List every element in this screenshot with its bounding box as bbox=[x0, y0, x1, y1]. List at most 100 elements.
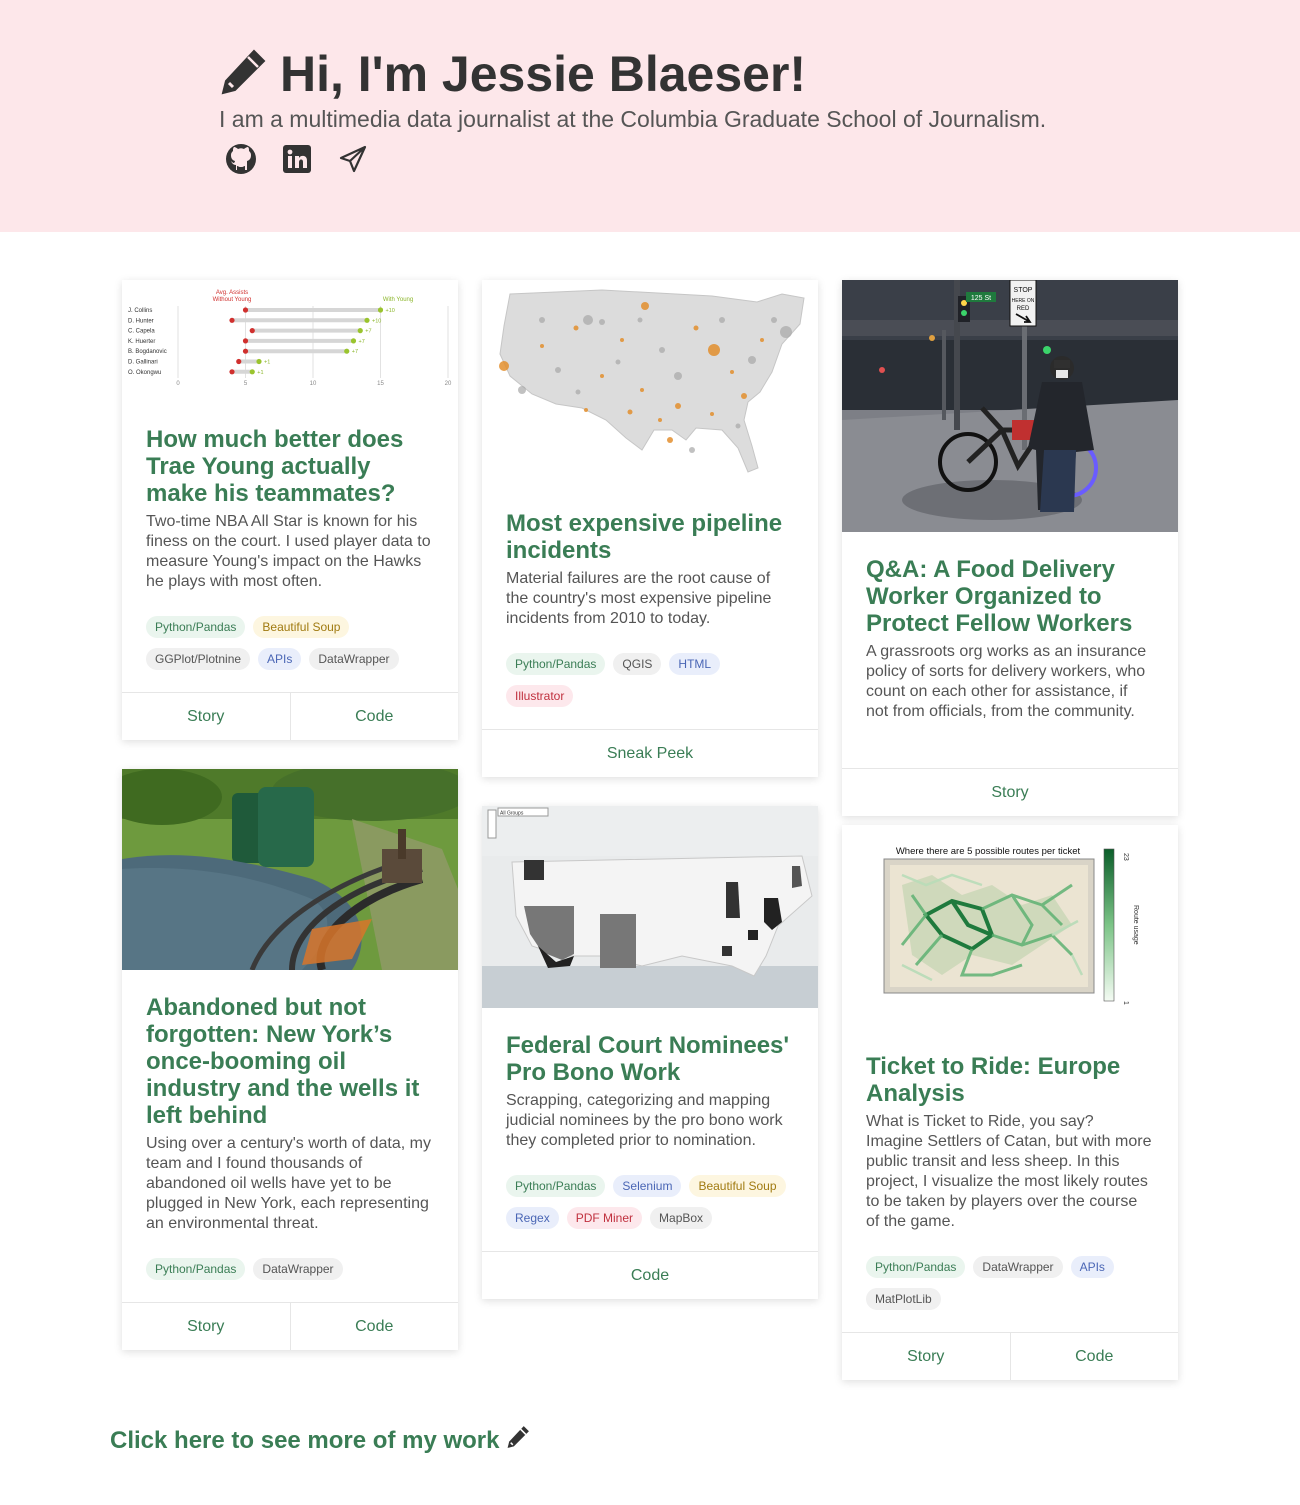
colorbar-label: Route usage bbox=[1132, 905, 1139, 945]
story-button[interactable]: Story bbox=[122, 693, 290, 740]
page-subtitle: I am a multimedia data journalist at the… bbox=[219, 106, 1047, 132]
diff-label: +7 bbox=[352, 349, 358, 355]
without-young-dot bbox=[229, 317, 235, 323]
diff-label: +7 bbox=[359, 339, 365, 345]
with-young-dot bbox=[249, 369, 255, 375]
project-card-court-nominees: All Groups Federal Court Nominees' Pro B… bbox=[482, 806, 818, 1299]
diff-label: +1 bbox=[264, 360, 270, 366]
pipeline-map-thumbnail bbox=[482, 280, 818, 486]
story-button[interactable]: Story bbox=[122, 1303, 290, 1350]
card-description: Material failures are the root cause of … bbox=[506, 570, 772, 627]
colorbar-min: 1 bbox=[1122, 1001, 1129, 1005]
pencil-icon bbox=[499, 1424, 531, 1457]
without-young-dot bbox=[242, 307, 249, 313]
diff-label: +10 bbox=[372, 318, 381, 324]
card-actions: Story bbox=[842, 768, 1178, 816]
social-links bbox=[224, 142, 370, 176]
see-more-work-link[interactable]: Click here to see more of my work bbox=[110, 1424, 531, 1457]
card-description: What is Ticket to Ride, you say? Imagine… bbox=[866, 1113, 1152, 1230]
player-label: K. Huerter bbox=[128, 339, 155, 345]
paper-plane-icon[interactable] bbox=[336, 142, 370, 176]
tag-apis: APIs bbox=[1070, 1256, 1114, 1278]
tag-python-pandas: Python/Pandas bbox=[506, 1175, 606, 1197]
ticket-to-ride-map-thumbnail: Where there are 5 possible routes per ti… bbox=[842, 825, 1178, 1029]
code-button[interactable]: Code bbox=[482, 1252, 818, 1299]
delivery-worker-photo: 125 St STOP HERE ON RED bbox=[842, 280, 1178, 532]
zoom-control[interactable] bbox=[487, 809, 497, 839]
nominees-map-thumbnail: All Groups bbox=[482, 806, 818, 1008]
tag-python-pandas: Python/Pandas bbox=[146, 616, 246, 638]
card-actions: Story Code bbox=[842, 1332, 1178, 1380]
linkedin-icon[interactable] bbox=[280, 142, 314, 176]
with-young-dot bbox=[364, 317, 370, 323]
legend-without-young: Avg. Assists bbox=[216, 290, 248, 296]
without-young-dot bbox=[236, 358, 242, 365]
tag-python-pandas: Python/Pandas bbox=[866, 1256, 966, 1278]
card-title[interactable]: Q&A: A Food Delivery Worker Organized to… bbox=[866, 556, 1154, 637]
thumb-title: Where there are 5 possible routes per ti… bbox=[896, 846, 1081, 857]
tag-beautiful-soup: Beautiful Soup bbox=[253, 616, 350, 638]
code-button[interactable]: Code bbox=[289, 693, 459, 740]
player-label: D. Gallinari bbox=[128, 360, 158, 366]
card-actions: Story Code bbox=[122, 692, 458, 740]
tag-matplotlib: MatPlotLib bbox=[866, 1288, 941, 1310]
diff-label: +1 bbox=[257, 370, 263, 376]
tag-qgis: QGIS bbox=[613, 653, 662, 675]
without-young-dot bbox=[249, 328, 255, 334]
tag-beautiful-soup: Beautiful Soup bbox=[689, 1175, 786, 1197]
card-title[interactable]: Ticket to Ride: Europe Analysis bbox=[866, 1053, 1154, 1107]
tag-datawrapper: DataWrapper bbox=[973, 1256, 1063, 1278]
story-button[interactable]: Story bbox=[842, 1333, 1010, 1380]
svg-text:HERE ON: HERE ON bbox=[1012, 298, 1035, 304]
sneak-peek-button[interactable]: Sneak Peek bbox=[482, 730, 818, 777]
page-title: Hi, I'm Jessie Blaeser! bbox=[280, 46, 807, 102]
x-tick-label: 0 bbox=[176, 381, 180, 387]
project-card-food-delivery: 125 St STOP HERE ON RED Q&A: A Food Deli… bbox=[842, 280, 1178, 816]
x-tick-label: 15 bbox=[377, 381, 384, 387]
pencil-icon bbox=[218, 47, 268, 102]
tag-ggplot-plotnine: GGPlot/Plotnine bbox=[146, 648, 251, 670]
code-button[interactable]: Code bbox=[1009, 1333, 1179, 1380]
card-description: Using over a century's worth of data, my… bbox=[146, 1135, 431, 1232]
diff-label: +10 bbox=[386, 308, 395, 314]
story-button[interactable]: Story bbox=[842, 769, 1178, 816]
with-young-dot bbox=[256, 358, 262, 365]
colorbar bbox=[1103, 848, 1115, 1002]
colorbar-max: 23 bbox=[1122, 853, 1129, 861]
tag-list: Python/Pandas DataWrapper bbox=[146, 1258, 434, 1302]
tag-illustrator: Illustrator bbox=[506, 685, 574, 707]
svg-text:125 St: 125 St bbox=[971, 295, 991, 302]
tag-html: HTML bbox=[669, 653, 721, 675]
card-title[interactable]: How much better does Trae Young actually… bbox=[146, 426, 434, 507]
tag-python-pandas: Python/Pandas bbox=[146, 1258, 246, 1280]
github-icon[interactable] bbox=[224, 142, 258, 176]
project-card-ticket-to-ride: Where there are 5 possible routes per ti… bbox=[842, 825, 1178, 1380]
card-actions: Sneak Peek bbox=[482, 729, 818, 777]
tag-datawrapper: DataWrapper bbox=[253, 1258, 343, 1280]
project-card-trae-young: 0 5 10 15 20 Avg. Assists Without Young With Yo… bbox=[122, 280, 458, 740]
tag-list bbox=[866, 746, 1154, 768]
card-description: A grassroots org works as an insurance p… bbox=[866, 643, 1147, 720]
card-title[interactable]: Federal Court Nominees' Pro Bono Work bbox=[506, 1032, 794, 1086]
tag-list: Python/Pandas DataWrapper APIs MatPlotLi… bbox=[866, 1256, 1154, 1332]
tag-list: Python/Pandas QGIS HTML Illustrator bbox=[506, 653, 794, 729]
lollipop-chart-thumbnail: 0 5 10 15 20 Avg. Assists Without Young With Yo… bbox=[122, 280, 458, 402]
player-label: B. Bogdanovic bbox=[128, 349, 167, 355]
card-description: Two-time NBA All Star is known for his f… bbox=[146, 513, 431, 590]
with-young-dot bbox=[377, 307, 384, 313]
tag-datawrapper: DataWrapper bbox=[309, 648, 399, 670]
with-young-dot bbox=[344, 348, 350, 354]
code-button[interactable]: Code bbox=[289, 1303, 459, 1350]
with-young-dot bbox=[357, 328, 363, 334]
tag-regex: Regex bbox=[506, 1207, 559, 1229]
hero-header: Hi, I'm Jessie Blaeser! I am a multimedi… bbox=[0, 0, 1300, 232]
player-label: C. Capela bbox=[128, 329, 155, 335]
card-title[interactable]: Most expensive pipeline incidents bbox=[506, 510, 794, 564]
card-title[interactable]: Abandoned but not forgotten: New York’s … bbox=[146, 994, 434, 1129]
legend-without-young: Without Young bbox=[213, 297, 252, 303]
tag-list: Python/Pandas Beautiful Soup GGPlot/Plot… bbox=[146, 616, 434, 692]
project-card-pipeline: Most expensive pipeline incidents Materi… bbox=[482, 280, 818, 777]
x-tick-label: 5 bbox=[244, 381, 248, 387]
card-actions: Story Code bbox=[122, 1302, 458, 1350]
x-tick-label: 20 bbox=[445, 381, 452, 387]
